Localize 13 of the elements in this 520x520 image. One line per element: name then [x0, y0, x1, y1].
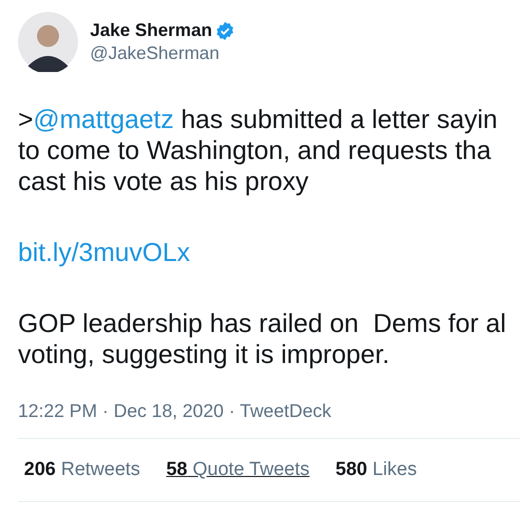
tweet-timestamp[interactable]: 12:22 PM · Dec 18, 2020 · TweetDeck: [18, 400, 332, 421]
tweet-text: cast his vote as his proxy: [18, 166, 308, 196]
tweet-text: >: [18, 104, 34, 134]
stat-link[interactable]: 206 Retweets: [24, 459, 140, 481]
tweet-text: GOP leadership has railed on Dems for al: [18, 308, 506, 338]
tweet-text: has submitted a letter sayin: [180, 104, 498, 134]
stat-link[interactable]: 580 Likes: [336, 459, 417, 481]
author-handle[interactable]: @JakeSherman: [90, 43, 236, 64]
author-name[interactable]: Jake Sherman: [90, 20, 212, 41]
tweet-text: to come to Washington, and requests tha: [18, 135, 492, 165]
stat-link[interactable]: 58 Quote Tweets: [166, 459, 310, 481]
tweet-text: voting, suggesting it is improper.: [18, 339, 390, 369]
avatar[interactable]: [18, 12, 78, 72]
